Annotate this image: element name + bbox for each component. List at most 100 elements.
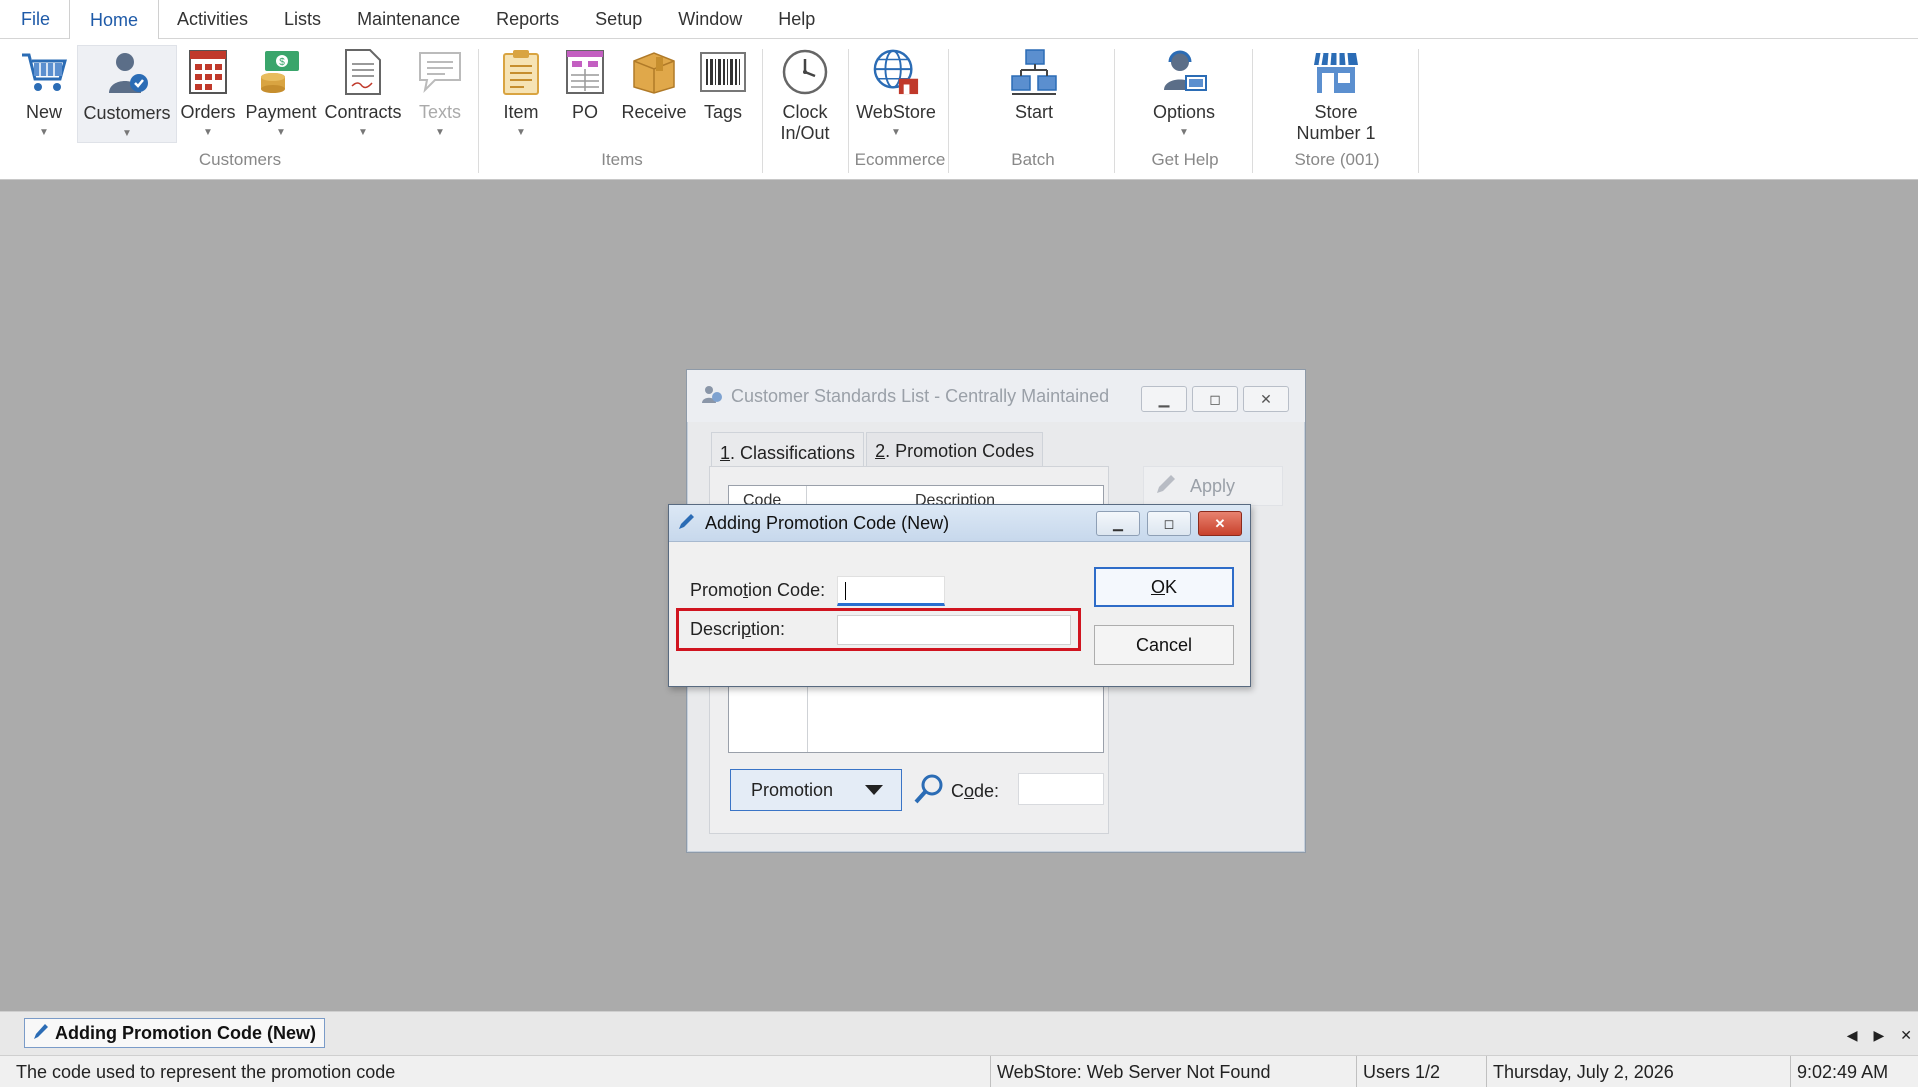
minimize-button[interactable]: ▁: [1141, 386, 1187, 412]
status-hint: The code used to represent the promotion…: [16, 1062, 396, 1082]
open-window-label: Adding Promotion Code (New): [55, 1022, 316, 1043]
tab-promotion-codes[interactable]: 2. Promotion Codes: [866, 432, 1044, 470]
maximize-icon: ◻: [1163, 515, 1175, 531]
orders-button[interactable]: Orders ▼: [178, 47, 238, 140]
promotion-code-input[interactable]: [837, 576, 945, 606]
contracts-label: Contracts: [324, 102, 402, 122]
payment-button[interactable]: $ Payment ▼: [242, 47, 320, 140]
maximize-button[interactable]: ◻: [1192, 386, 1238, 412]
chevron-down-icon: ▼: [122, 128, 132, 139]
globe-store-icon: [872, 47, 920, 97]
menu-file[interactable]: File: [0, 0, 69, 38]
webstore-button[interactable]: WebStore ▼: [852, 47, 940, 140]
menu-setup[interactable]: Setup: [577, 0, 660, 38]
tab-strip: 1. Classifications 2. Promotion Codes: [711, 432, 1044, 470]
ribbon: New ▼ Customers ▼ Orders ▼ $ Payment ▼ C…: [0, 39, 1918, 180]
orders-label: Orders: [180, 102, 236, 122]
code-label-part: de:: [974, 781, 1000, 801]
texts-button[interactable]: Texts ▼: [412, 47, 468, 140]
barcode-icon: [699, 47, 747, 97]
box-icon: [630, 47, 678, 97]
scroll-right-icon[interactable]: ▶: [1873, 1027, 1884, 1044]
payment-label: Payment: [245, 102, 317, 122]
menu-activities[interactable]: Activities: [159, 0, 266, 38]
status-webstore: WebStore: Web Server Not Found: [990, 1056, 1270, 1087]
maximize-icon: ◻: [1209, 390, 1221, 407]
menu-window[interactable]: Window: [660, 0, 760, 38]
pencil-icon: [1154, 472, 1178, 501]
chevron-down-icon: ▼: [276, 127, 286, 138]
apply-label: Apply: [1190, 475, 1236, 496]
promotion-code-label-part: ion Code:: [748, 580, 826, 600]
status-users: Users 1/2: [1356, 1056, 1440, 1087]
speech-bubble-icon: [416, 47, 464, 97]
close-icon: ✕: [1260, 390, 1272, 407]
menu-bar: File Home Activities Lists Maintenance R…: [0, 0, 1918, 39]
minimize-icon: ▁: [1158, 390, 1170, 407]
close-icon: ✕: [1214, 515, 1226, 531]
ok-button[interactable]: OK: [1094, 567, 1234, 607]
pencil-icon: [677, 511, 697, 536]
store-button[interactable]: Store Number 1: [1286, 47, 1386, 144]
pencil-icon: [33, 1022, 49, 1045]
receive-button[interactable]: Receive: [618, 47, 690, 123]
code-label-mnemonic: o: [964, 781, 975, 801]
store-label-line1: Store: [1314, 102, 1358, 122]
chevron-down-icon: ▼: [39, 127, 49, 138]
adding-promotion-code-dialog: Adding Promotion Code (New) ▁ ◻ ✕ Promot…: [668, 504, 1251, 687]
close-button[interactable]: ✕: [1243, 386, 1289, 412]
po-button[interactable]: PO: [560, 47, 610, 123]
group-label-ecommerce: Ecommerce: [854, 150, 946, 169]
tab-classifications-label: . Classifications: [730, 443, 856, 463]
dialog-close-button[interactable]: ✕: [1198, 511, 1242, 536]
tab-classifications[interactable]: 1. Classifications: [711, 432, 865, 470]
options-button[interactable]: Options ▼: [1148, 47, 1220, 140]
clock-label-line1: Clock: [782, 102, 828, 122]
text-caret: [845, 582, 846, 600]
dialog-maximize-button[interactable]: ◻: [1147, 511, 1191, 536]
open-window-tab[interactable]: Adding Promotion Code (New): [24, 1018, 325, 1048]
apply-button[interactable]: Apply: [1143, 466, 1283, 506]
contracts-button[interactable]: Contracts ▼: [322, 47, 404, 140]
money-icon: $: [257, 47, 305, 97]
tab-promotion-codes-mnemonic: 2: [875, 441, 886, 461]
start-batch-button[interactable]: Start: [1006, 47, 1062, 123]
receive-label: Receive: [621, 102, 687, 122]
chevron-down-icon: ▼: [203, 127, 213, 138]
window-navigation: ◀ ▶ ✕: [1847, 1027, 1912, 1044]
close-all-icon[interactable]: ✕: [1900, 1027, 1912, 1044]
support-person-icon: [1160, 47, 1208, 97]
clipboard-icon: [497, 47, 545, 97]
menu-home[interactable]: Home: [69, 0, 160, 39]
customers-label: Customers: [83, 103, 171, 123]
chevron-down-icon: ▼: [1179, 127, 1189, 138]
promotion-code-label-part: Promo: [690, 580, 744, 600]
item-button[interactable]: Item ▼: [494, 47, 548, 140]
clock-in-out-button[interactable]: Clock In/Out: [774, 47, 836, 144]
po-label: PO: [571, 102, 598, 122]
group-separator: [848, 49, 849, 173]
menu-help[interactable]: Help: [760, 0, 833, 38]
search-field-dropdown[interactable]: Promotion: [730, 769, 902, 811]
menu-lists[interactable]: Lists: [266, 0, 339, 38]
customers-window-icon: [701, 384, 723, 409]
tab-promotion-codes-label: . Promotion Codes: [885, 441, 1035, 461]
texts-label: Texts: [418, 102, 461, 122]
code-search-label: Code:: [951, 781, 999, 802]
group-label-customers: Customers: [198, 150, 282, 169]
scroll-left-icon[interactable]: ◀: [1847, 1027, 1858, 1044]
search-icon[interactable]: [913, 773, 945, 810]
menu-maintenance[interactable]: Maintenance: [339, 0, 478, 38]
item-label: Item: [503, 102, 539, 122]
menu-reports[interactable]: Reports: [478, 0, 577, 38]
dialog-minimize-button[interactable]: ▁: [1096, 511, 1140, 536]
new-button[interactable]: New ▼: [16, 47, 72, 140]
highlight-box: [676, 608, 1081, 651]
code-search-input[interactable]: [1018, 773, 1104, 805]
contract-document-icon: [339, 47, 387, 97]
window-title: Customer Standards List - Centrally Main…: [731, 385, 1110, 406]
promotion-code-label: Promotion Code:: [690, 580, 825, 601]
tags-button[interactable]: Tags: [696, 47, 750, 123]
cancel-button[interactable]: Cancel: [1094, 625, 1234, 665]
customers-button[interactable]: Customers ▼: [77, 45, 177, 143]
